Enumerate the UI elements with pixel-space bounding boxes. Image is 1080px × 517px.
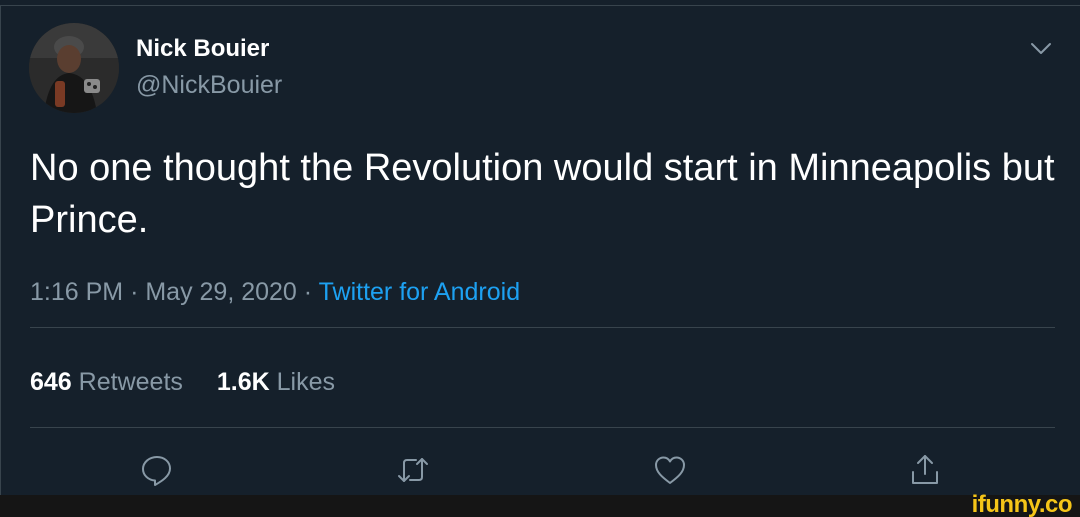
retweets-count: 646 [30,368,72,396]
retweets-label: Retweets [78,368,183,396]
watermark-bar [0,495,1080,517]
tweet-meta: 1:16 PM · May 29, 2020 · Twitter for And… [30,278,520,307]
likes-label: Likes [276,368,336,396]
top-border [0,5,1080,6]
meta-separator: · [303,278,313,306]
watermark-logo: ifunny.co [971,491,1073,517]
author-handle[interactable]: @NickBouier [136,71,282,100]
author-name[interactable]: Nick Bouier [136,35,269,63]
retweets-stat[interactable]: 646 Retweets [30,368,183,397]
divider [30,327,1055,328]
likes-count: 1.6K [216,368,270,396]
retweet-icon[interactable] [395,452,431,488]
share-icon[interactable] [907,452,943,488]
left-border [0,5,1,495]
reply-icon[interactable] [139,452,175,488]
avatar[interactable] [29,23,119,113]
tweet-source-link[interactable]: Twitter for Android [319,278,520,306]
like-icon[interactable] [652,452,688,488]
chevron-down-icon[interactable] [1027,34,1055,62]
avatar-image [29,23,119,113]
tweet-text: No one thought the Revolution would star… [30,147,1055,241]
tweet-date[interactable]: May 29, 2020 [145,278,297,306]
meta-separator: · [130,278,139,306]
tweet-time[interactable]: 1:16 PM [30,278,123,306]
divider [30,427,1055,428]
likes-stat[interactable]: 1.6K Likes [217,368,335,397]
tweet-stats: 646 Retweets 1.6K Likes [30,368,335,397]
